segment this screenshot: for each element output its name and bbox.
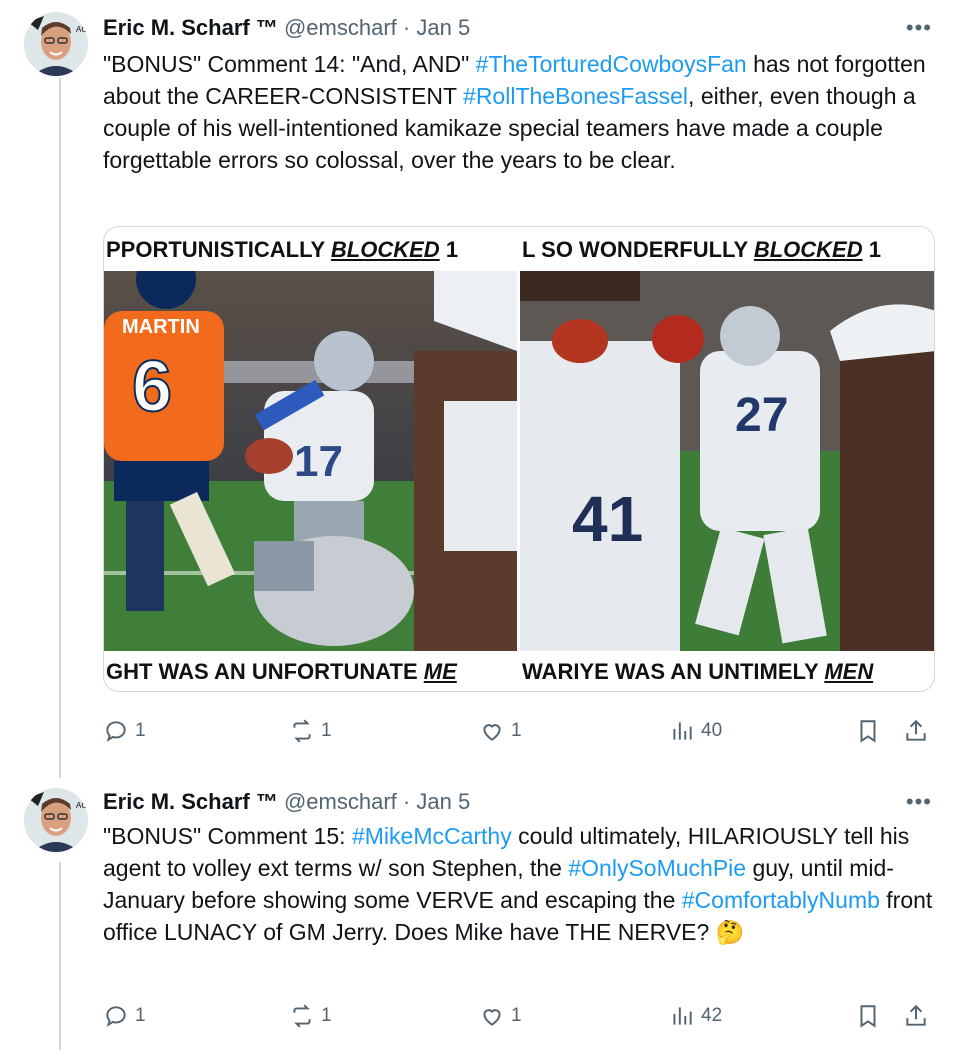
tweet-text-segment: "BONUS" Comment 14: "And, AND" — [103, 51, 476, 77]
hashtag-link[interactable]: #RollTheBonesFassel — [463, 83, 688, 109]
like-button[interactable]: 1 — [479, 1001, 522, 1031]
reply-button[interactable]: 1 — [103, 1001, 146, 1031]
more-options-icon[interactable]: ••• — [906, 17, 932, 39]
bookmark-button[interactable] — [855, 1001, 887, 1031]
bookmark-icon — [860, 1005, 876, 1028]
separator: · — [402, 15, 411, 40]
tweet-text: "BONUS" Comment 14: "And, AND" #TheTortu… — [103, 48, 943, 176]
jersey-number-left: 6 — [132, 347, 172, 427]
svg-text:AC: AC — [76, 25, 87, 34]
share-icon — [906, 1004, 926, 1026]
like-count: 1 — [511, 720, 522, 741]
like-button[interactable]: 1 — [479, 716, 522, 746]
retweet-icon — [293, 719, 311, 743]
views-button[interactable]: 40 — [669, 716, 722, 746]
tweet[interactable]: AC Eric M. Scharf ™ @emscharf · Jan 5 ••… — [0, 0, 960, 770]
reply-count: 1 — [135, 1005, 146, 1026]
reply-button[interactable]: 1 — [103, 716, 146, 746]
tweet-actions: 1 1 1 42 — [103, 1001, 935, 1031]
views-icon — [673, 1007, 692, 1025]
hashtag-link[interactable]: #OnlySoMuchPie — [568, 855, 746, 881]
hashtag-link[interactable]: #MikeMcCarthy — [352, 823, 512, 849]
views-icon — [673, 722, 692, 740]
tweet-text: "BONUS" Comment 15: #MikeMcCarthy could … — [103, 820, 943, 948]
jersey-name-left: MARTIN — [122, 316, 200, 338]
retweet-count: 1 — [321, 1005, 332, 1026]
jersey-number-mid: 17 — [294, 437, 343, 486]
media-photo-left: MARTIN 6 17 — [104, 271, 517, 651]
retweet-count: 1 — [321, 720, 332, 741]
avatar[interactable]: AC — [24, 12, 88, 76]
views-button[interactable]: 42 — [669, 1001, 722, 1031]
tweet-media[interactable]: PPORTUNISTICALLY BLOCKED 1 L SO WONDERFU… — [103, 226, 935, 692]
reply-icon — [106, 1006, 126, 1027]
reply-icon — [106, 721, 126, 742]
share-button[interactable] — [903, 1001, 935, 1031]
bookmark-button[interactable] — [855, 716, 887, 746]
hashtag-link[interactable]: #ComfortablyNumb — [682, 887, 880, 913]
author-name[interactable]: Eric M. Scharf ™ — [103, 15, 278, 40]
views-count: 42 — [701, 1005, 723, 1026]
hashtag-link[interactable]: #TheTorturedCowboysFan — [476, 51, 747, 77]
retweet-icon — [293, 1004, 311, 1028]
svg-text:AC: AC — [76, 801, 87, 810]
media-top-caption: PPORTUNISTICALLY BLOCKED 1 L SO WONDERFU… — [106, 237, 881, 262]
tweet-actions: 1 1 1 40 — [103, 716, 935, 746]
tweet-header: Eric M. Scharf ™ @emscharf · Jan 5 — [103, 14, 470, 42]
share-icon — [906, 719, 926, 741]
media-bottom-caption: GHT WAS AN UNFORTUNATE ME WARIYE WAS AN … — [106, 659, 874, 684]
tweet-date[interactable]: Jan 5 — [416, 789, 470, 814]
media-photo-right: 41 27 — [520, 271, 934, 651]
author-handle[interactable]: @emscharf — [284, 15, 397, 40]
avatar[interactable]: AC — [24, 788, 88, 852]
retweet-button[interactable]: 1 — [289, 1001, 332, 1031]
tweet[interactable]: AC Eric M. Scharf ™ @emscharf · Jan 5 ••… — [0, 784, 960, 1050]
reply-count: 1 — [135, 720, 146, 741]
author-handle[interactable]: @emscharf — [284, 789, 397, 814]
share-button[interactable] — [903, 716, 935, 746]
views-count: 40 — [701, 720, 723, 741]
more-options-icon[interactable]: ••• — [906, 791, 932, 813]
tweet-date[interactable]: Jan 5 — [416, 15, 470, 40]
like-icon — [483, 724, 501, 741]
tweet-text-segment: "BONUS" Comment 15: — [103, 823, 352, 849]
jersey-number-far: 27 — [735, 389, 788, 442]
tweet-header: Eric M. Scharf ™ @emscharf · Jan 5 — [103, 788, 470, 816]
separator: · — [402, 789, 411, 814]
like-icon — [483, 1009, 501, 1026]
like-count: 1 — [511, 1005, 522, 1026]
jersey-number-right: 41 — [572, 483, 643, 555]
retweet-button[interactable]: 1 — [289, 716, 332, 746]
bookmark-icon — [860, 720, 876, 743]
author-name[interactable]: Eric M. Scharf ™ — [103, 789, 278, 814]
